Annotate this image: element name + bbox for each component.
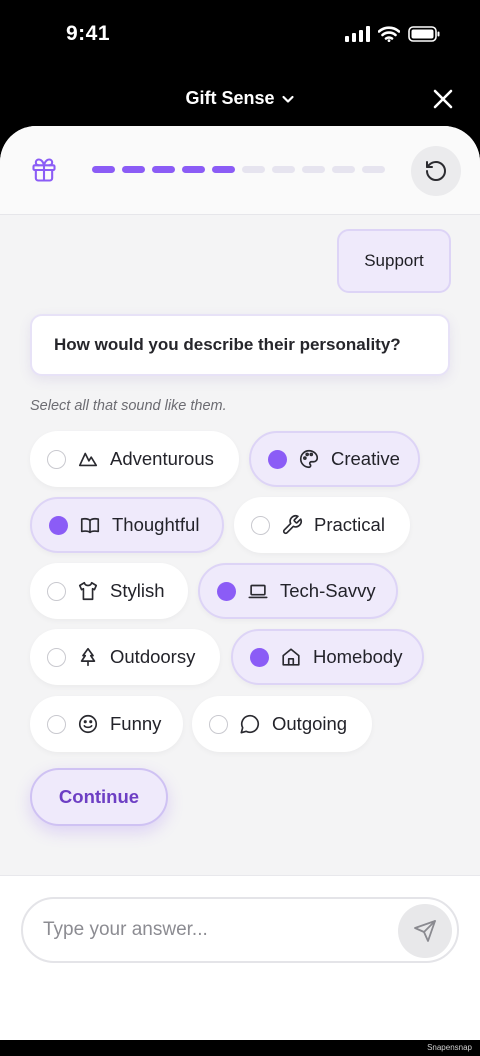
status-bar: 9:41 [0,0,480,72]
continue-button[interactable]: Continue [30,768,168,826]
option-label: Practical [314,514,385,535]
progress-segment [332,166,355,173]
option-chip-outdoorsy[interactable]: Outdoorsy [30,629,220,685]
tree-icon [80,647,96,667]
app-switcher[interactable]: Gift Sense [0,88,480,109]
question-text: How would you describe their personality… [54,335,401,354]
progress-header [0,126,480,215]
wrench-icon [282,515,302,535]
send-button[interactable] [398,904,452,958]
answer-input[interactable] [43,913,383,947]
radio-unchecked-icon [251,515,270,535]
chat-sheet: Support How would you describe their per… [0,126,480,1040]
status-icons [345,26,440,42]
radio-unchecked-icon [47,714,66,734]
app-header: Gift Sense [0,72,480,126]
radio-unchecked-icon [47,449,66,469]
radio-unchecked-icon [209,714,228,734]
send-icon [414,920,436,942]
watermark: Snapensnap [427,1043,472,1052]
radio-checked-icon [250,647,269,667]
gift-icon [32,158,56,182]
radio-checked-icon [49,515,68,535]
answer-input-box [21,897,459,963]
mountain-icon [78,452,98,467]
option-label: Adventurous [110,448,214,469]
option-label: Outgoing [272,713,348,734]
progress-segment [152,166,175,173]
option-chip-outgoing[interactable]: Outgoing [192,696,372,752]
progress-indicator [92,166,385,173]
progress-segment [302,166,325,173]
option-label: Creative [331,448,400,469]
battery-icon [408,26,440,42]
option-chip-adventurous[interactable]: Adventurous [30,431,239,487]
cellular-signal-icon [345,26,370,42]
header-title: Gift Sense [185,88,275,108]
close-icon[interactable] [432,88,454,110]
option-chip-thoughtful[interactable]: Thoughtful [30,497,224,553]
book-icon [80,517,100,534]
laptop-icon [248,584,268,599]
home-icon [282,648,300,666]
progress-segment [212,166,235,173]
wifi-icon [378,26,400,42]
restart-icon [426,161,446,181]
option-label: Tech-Savvy [280,580,376,601]
progress-segment [242,166,265,173]
assistant-question: How would you describe their personality… [30,314,450,376]
option-chip-practical[interactable]: Practical [234,497,410,553]
user-message: Support [337,229,451,293]
option-label: Homebody [313,646,403,667]
option-label: Thoughtful [112,514,200,535]
option-label: Outdoorsy [110,646,196,667]
progress-segment [122,166,145,173]
option-label: Funny [110,713,162,734]
footer-bar: Snapensnap [0,1040,480,1056]
selection-hint: Select all that sound like them. [30,398,227,414]
progress-segment [182,166,205,173]
option-chip-funny[interactable]: Funny [30,696,183,752]
radio-unchecked-icon [47,647,66,667]
radio-unchecked-icon [47,581,66,601]
restart-button[interactable] [411,146,461,196]
progress-segment [272,166,295,173]
option-label: Stylish [110,580,165,601]
shirt-icon [78,581,98,601]
status-time: 9:41 [66,22,111,45]
composer [0,875,480,1040]
option-chip-tech-savvy[interactable]: Tech-Savvy [198,563,398,619]
palette-icon [300,449,319,469]
progress-segment [362,166,385,173]
radio-checked-icon [268,449,287,469]
progress-segment [92,166,115,173]
radio-checked-icon [217,581,236,601]
chevron-down-icon [281,95,294,103]
option-chip-stylish[interactable]: Stylish [30,563,188,619]
smile-icon [78,714,98,734]
option-chip-homebody[interactable]: Homebody [231,629,424,685]
chat-bubble-icon [240,714,260,734]
option-chip-creative[interactable]: Creative [249,431,420,487]
